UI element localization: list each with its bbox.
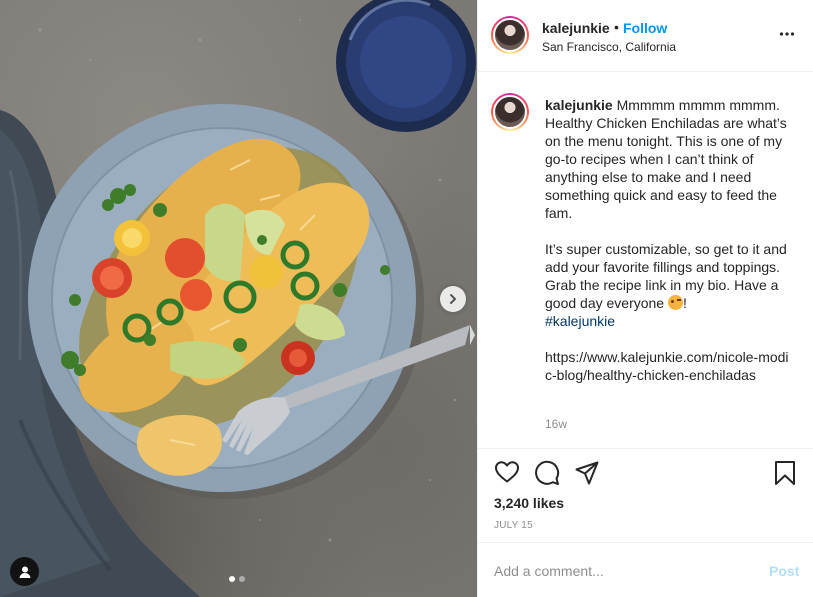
post-header: kalejunkie • Follow San Francisco, Calif… <box>478 0 813 72</box>
username-link[interactable]: kalejunkie <box>542 20 610 36</box>
share-icon[interactable] <box>574 460 600 486</box>
post-side-panel: kalejunkie • Follow San Francisco, Calif… <box>477 0 813 597</box>
chevron-right-icon <box>450 294 456 304</box>
heart-icon[interactable] <box>494 460 520 484</box>
caption-exclaim: ! <box>682 295 687 311</box>
kiss-emoji-icon <box>667 295 683 310</box>
bookmark-icon[interactable] <box>773 460 797 486</box>
add-comment-bar: Post <box>478 544 813 597</box>
post-caption: kalejunkie Mmmmm mmmm mmmm. Healthy Chic… <box>545 96 791 384</box>
post-comment-button[interactable]: Post <box>769 563 799 579</box>
likes-count[interactable]: 3,240 likes <box>494 495 564 511</box>
caption-avatar[interactable] <box>491 93 529 131</box>
follow-button[interactable]: Follow <box>623 20 667 36</box>
tagged-users-button[interactable] <box>10 557 39 586</box>
carousel-indicator <box>229 576 245 582</box>
avatar[interactable] <box>491 16 529 54</box>
carousel-dot-active <box>229 576 235 582</box>
caption-text-2: It’s super customizable, so get to it an… <box>545 241 787 311</box>
post-date: JULY 15 <box>494 520 533 531</box>
comment-icon[interactable] <box>534 460 560 486</box>
enchiladas-photo-illustration <box>0 0 476 597</box>
carousel-dot <box>239 576 245 582</box>
post-photo[interactable] <box>0 0 477 597</box>
post-age[interactable]: 16w <box>545 417 567 431</box>
caption-text-1: Mmmmm mmmm mmmm. Healthy Chicken Enchila… <box>545 97 787 221</box>
more-options-icon[interactable] <box>779 26 795 42</box>
comment-input[interactable] <box>494 560 734 582</box>
user-icon <box>19 566 30 578</box>
comments-section: kalejunkie Mmmmm mmmm mmmm. Healthy Chic… <box>478 73 813 449</box>
carousel-next-button[interactable] <box>440 286 466 312</box>
location-link[interactable]: San Francisco, California <box>542 40 676 54</box>
caption-username-link[interactable]: kalejunkie <box>545 97 613 113</box>
hashtag-link[interactable]: #kalejunkie <box>545 313 615 329</box>
separator-dot: • <box>614 19 619 35</box>
recipe-url-link[interactable]: https://www.kalejunkie.com/nicole-modic-… <box>545 349 789 383</box>
action-bar: 3,240 likes JULY 15 <box>478 449 813 543</box>
